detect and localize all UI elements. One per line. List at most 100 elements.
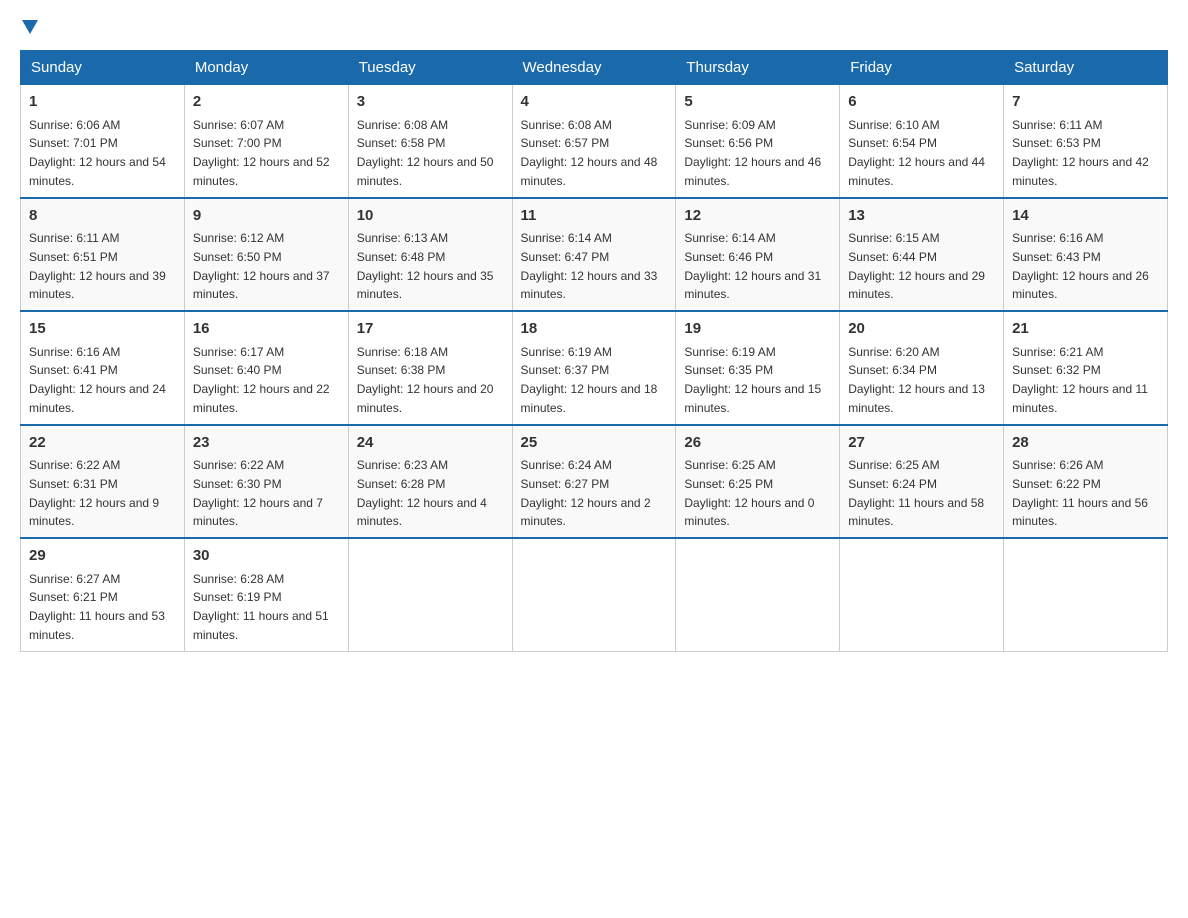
calendar-cell: 3 Sunrise: 6:08 AMSunset: 6:58 PMDayligh… <box>348 85 512 198</box>
calendar-cell: 1 Sunrise: 6:06 AMSunset: 7:01 PMDayligh… <box>21 85 185 198</box>
calendar-cell: 21 Sunrise: 6:21 AMSunset: 6:32 PMDaylig… <box>1004 311 1168 425</box>
day-number: 2 <box>193 91 340 114</box>
day-info: Sunrise: 6:11 AMSunset: 6:53 PMDaylight:… <box>1012 118 1149 188</box>
day-number: 9 <box>193 205 340 228</box>
calendar-cell: 9 Sunrise: 6:12 AMSunset: 6:50 PMDayligh… <box>184 198 348 312</box>
day-info: Sunrise: 6:22 AMSunset: 6:31 PMDaylight:… <box>29 458 159 528</box>
day-info: Sunrise: 6:14 AMSunset: 6:46 PMDaylight:… <box>684 231 821 301</box>
calendar-table: SundayMondayTuesdayWednesdayThursdayFrid… <box>20 50 1168 652</box>
day-info: Sunrise: 6:18 AMSunset: 6:38 PMDaylight:… <box>357 345 494 415</box>
day-header-saturday: Saturday <box>1004 51 1168 85</box>
day-number: 4 <box>521 91 668 114</box>
calendar-cell: 20 Sunrise: 6:20 AMSunset: 6:34 PMDaylig… <box>840 311 1004 425</box>
page-header <box>20 20 1168 34</box>
week-row-1: 1 Sunrise: 6:06 AMSunset: 7:01 PMDayligh… <box>21 85 1168 198</box>
day-header-friday: Friday <box>840 51 1004 85</box>
day-info: Sunrise: 6:17 AMSunset: 6:40 PMDaylight:… <box>193 345 330 415</box>
day-info: Sunrise: 6:22 AMSunset: 6:30 PMDaylight:… <box>193 458 323 528</box>
day-info: Sunrise: 6:20 AMSunset: 6:34 PMDaylight:… <box>848 345 985 415</box>
calendar-cell: 27 Sunrise: 6:25 AMSunset: 6:24 PMDaylig… <box>840 425 1004 539</box>
calendar-cell: 11 Sunrise: 6:14 AMSunset: 6:47 PMDaylig… <box>512 198 676 312</box>
day-number: 24 <box>357 432 504 455</box>
day-info: Sunrise: 6:23 AMSunset: 6:28 PMDaylight:… <box>357 458 487 528</box>
calendar-cell: 4 Sunrise: 6:08 AMSunset: 6:57 PMDayligh… <box>512 85 676 198</box>
calendar-cell: 25 Sunrise: 6:24 AMSunset: 6:27 PMDaylig… <box>512 425 676 539</box>
week-row-5: 29 Sunrise: 6:27 AMSunset: 6:21 PMDaylig… <box>21 538 1168 651</box>
day-number: 28 <box>1012 432 1159 455</box>
day-number: 15 <box>29 318 176 341</box>
day-number: 22 <box>29 432 176 455</box>
day-info: Sunrise: 6:25 AMSunset: 6:24 PMDaylight:… <box>848 458 984 528</box>
day-number: 30 <box>193 545 340 568</box>
day-number: 27 <box>848 432 995 455</box>
calendar-cell: 28 Sunrise: 6:26 AMSunset: 6:22 PMDaylig… <box>1004 425 1168 539</box>
calendar-cell: 2 Sunrise: 6:07 AMSunset: 7:00 PMDayligh… <box>184 85 348 198</box>
day-info: Sunrise: 6:26 AMSunset: 6:22 PMDaylight:… <box>1012 458 1148 528</box>
calendar-cell <box>840 538 1004 651</box>
week-row-3: 15 Sunrise: 6:16 AMSunset: 6:41 PMDaylig… <box>21 311 1168 425</box>
calendar-cell: 12 Sunrise: 6:14 AMSunset: 6:46 PMDaylig… <box>676 198 840 312</box>
calendar-cell: 18 Sunrise: 6:19 AMSunset: 6:37 PMDaylig… <box>512 311 676 425</box>
calendar-cell: 6 Sunrise: 6:10 AMSunset: 6:54 PMDayligh… <box>840 85 1004 198</box>
week-row-4: 22 Sunrise: 6:22 AMSunset: 6:31 PMDaylig… <box>21 425 1168 539</box>
day-number: 6 <box>848 91 995 114</box>
calendar-cell <box>348 538 512 651</box>
day-number: 21 <box>1012 318 1159 341</box>
day-number: 20 <box>848 318 995 341</box>
day-number: 10 <box>357 205 504 228</box>
day-number: 26 <box>684 432 831 455</box>
week-row-2: 8 Sunrise: 6:11 AMSunset: 6:51 PMDayligh… <box>21 198 1168 312</box>
day-number: 23 <box>193 432 340 455</box>
day-number: 25 <box>521 432 668 455</box>
calendar-cell: 24 Sunrise: 6:23 AMSunset: 6:28 PMDaylig… <box>348 425 512 539</box>
day-header-wednesday: Wednesday <box>512 51 676 85</box>
day-number: 14 <box>1012 205 1159 228</box>
day-info: Sunrise: 6:09 AMSunset: 6:56 PMDaylight:… <box>684 118 821 188</box>
calendar-cell: 5 Sunrise: 6:09 AMSunset: 6:56 PMDayligh… <box>676 85 840 198</box>
day-info: Sunrise: 6:08 AMSunset: 6:57 PMDaylight:… <box>521 118 658 188</box>
day-number: 1 <box>29 91 176 114</box>
calendar-cell <box>1004 538 1168 651</box>
calendar-cell: 23 Sunrise: 6:22 AMSunset: 6:30 PMDaylig… <box>184 425 348 539</box>
day-number: 16 <box>193 318 340 341</box>
day-number: 29 <box>29 545 176 568</box>
calendar-cell: 14 Sunrise: 6:16 AMSunset: 6:43 PMDaylig… <box>1004 198 1168 312</box>
day-info: Sunrise: 6:07 AMSunset: 7:00 PMDaylight:… <box>193 118 330 188</box>
day-info: Sunrise: 6:06 AMSunset: 7:01 PMDaylight:… <box>29 118 166 188</box>
day-info: Sunrise: 6:25 AMSunset: 6:25 PMDaylight:… <box>684 458 814 528</box>
calendar-cell: 16 Sunrise: 6:17 AMSunset: 6:40 PMDaylig… <box>184 311 348 425</box>
calendar-cell: 8 Sunrise: 6:11 AMSunset: 6:51 PMDayligh… <box>21 198 185 312</box>
day-info: Sunrise: 6:14 AMSunset: 6:47 PMDaylight:… <box>521 231 658 301</box>
day-number: 3 <box>357 91 504 114</box>
day-info: Sunrise: 6:21 AMSunset: 6:32 PMDaylight:… <box>1012 345 1148 415</box>
day-info: Sunrise: 6:11 AMSunset: 6:51 PMDaylight:… <box>29 231 166 301</box>
day-number: 19 <box>684 318 831 341</box>
day-info: Sunrise: 6:12 AMSunset: 6:50 PMDaylight:… <box>193 231 330 301</box>
day-header-thursday: Thursday <box>676 51 840 85</box>
day-number: 17 <box>357 318 504 341</box>
day-number: 11 <box>521 205 668 228</box>
day-header-sunday: Sunday <box>21 51 185 85</box>
calendar-cell: 17 Sunrise: 6:18 AMSunset: 6:38 PMDaylig… <box>348 311 512 425</box>
day-info: Sunrise: 6:19 AMSunset: 6:37 PMDaylight:… <box>521 345 658 415</box>
day-number: 8 <box>29 205 176 228</box>
day-info: Sunrise: 6:15 AMSunset: 6:44 PMDaylight:… <box>848 231 985 301</box>
day-info: Sunrise: 6:24 AMSunset: 6:27 PMDaylight:… <box>521 458 651 528</box>
day-header-tuesday: Tuesday <box>348 51 512 85</box>
calendar-cell <box>512 538 676 651</box>
day-number: 18 <box>521 318 668 341</box>
day-info: Sunrise: 6:16 AMSunset: 6:41 PMDaylight:… <box>29 345 166 415</box>
calendar-cell: 15 Sunrise: 6:16 AMSunset: 6:41 PMDaylig… <box>21 311 185 425</box>
day-header-monday: Monday <box>184 51 348 85</box>
calendar-cell: 10 Sunrise: 6:13 AMSunset: 6:48 PMDaylig… <box>348 198 512 312</box>
day-info: Sunrise: 6:16 AMSunset: 6:43 PMDaylight:… <box>1012 231 1149 301</box>
calendar-cell: 13 Sunrise: 6:15 AMSunset: 6:44 PMDaylig… <box>840 198 1004 312</box>
day-number: 13 <box>848 205 995 228</box>
calendar-cell: 7 Sunrise: 6:11 AMSunset: 6:53 PMDayligh… <box>1004 85 1168 198</box>
day-number: 12 <box>684 205 831 228</box>
day-info: Sunrise: 6:19 AMSunset: 6:35 PMDaylight:… <box>684 345 821 415</box>
calendar-cell: 30 Sunrise: 6:28 AMSunset: 6:19 PMDaylig… <box>184 538 348 651</box>
day-info: Sunrise: 6:13 AMSunset: 6:48 PMDaylight:… <box>357 231 494 301</box>
calendar-cell: 19 Sunrise: 6:19 AMSunset: 6:35 PMDaylig… <box>676 311 840 425</box>
logo <box>20 20 38 34</box>
